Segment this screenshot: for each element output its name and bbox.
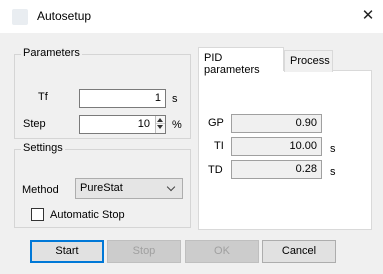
step-value: 10	[137, 118, 150, 130]
method-dropdown[interactable]: PureStat	[75, 178, 183, 199]
automatic-stop-checkbox[interactable]	[31, 208, 44, 221]
chevron-down-icon	[166, 182, 176, 192]
tf-input[interactable]: 1	[79, 89, 166, 108]
close-button[interactable]: ✕	[353, 0, 383, 33]
step-label: Step	[23, 118, 46, 130]
settings-group-label: Settings	[21, 142, 65, 154]
autosetup-dialog: Autosetup ✕ Parameters Tf 1 s Step 10 % …	[0, 0, 383, 274]
close-icon: ✕	[361, 7, 375, 24]
method-label: Method	[22, 184, 59, 196]
td-unit: s	[330, 166, 336, 178]
gp-label: GP	[208, 117, 224, 129]
td-label: TD	[208, 164, 223, 176]
ti-label: TI	[214, 140, 224, 152]
window-title: Autosetup	[37, 9, 92, 23]
automatic-stop-label[interactable]: Automatic Stop	[50, 209, 125, 221]
spinner-up-icon	[157, 118, 163, 122]
step-input[interactable]: 10	[79, 115, 166, 134]
tf-label: Tf	[38, 91, 48, 103]
ti-unit: s	[330, 143, 336, 155]
ti-value: 10.00	[231, 137, 322, 156]
ok-button[interactable]: OK	[185, 240, 259, 263]
step-down-button[interactable]	[156, 124, 165, 132]
parameters-group-label: Parameters	[21, 47, 82, 59]
stop-button[interactable]: Stop	[107, 240, 181, 263]
step-spinner[interactable]	[155, 116, 165, 133]
tab-process[interactable]: Process	[284, 50, 333, 72]
spinner-down-icon	[157, 125, 163, 129]
app-icon	[12, 9, 28, 25]
title-bar: Autosetup ✕	[0, 0, 383, 33]
cancel-button[interactable]: Cancel	[262, 240, 336, 263]
tab-pid-parameters[interactable]: PID parameters	[198, 47, 284, 76]
method-value: PureStat	[80, 182, 123, 194]
td-value: 0.28	[231, 160, 322, 179]
step-up-button[interactable]	[156, 116, 165, 124]
tf-unit: s	[172, 93, 178, 105]
step-unit: %	[172, 119, 182, 131]
gp-value: 0.90	[231, 114, 322, 133]
start-button[interactable]: Start	[30, 240, 104, 263]
